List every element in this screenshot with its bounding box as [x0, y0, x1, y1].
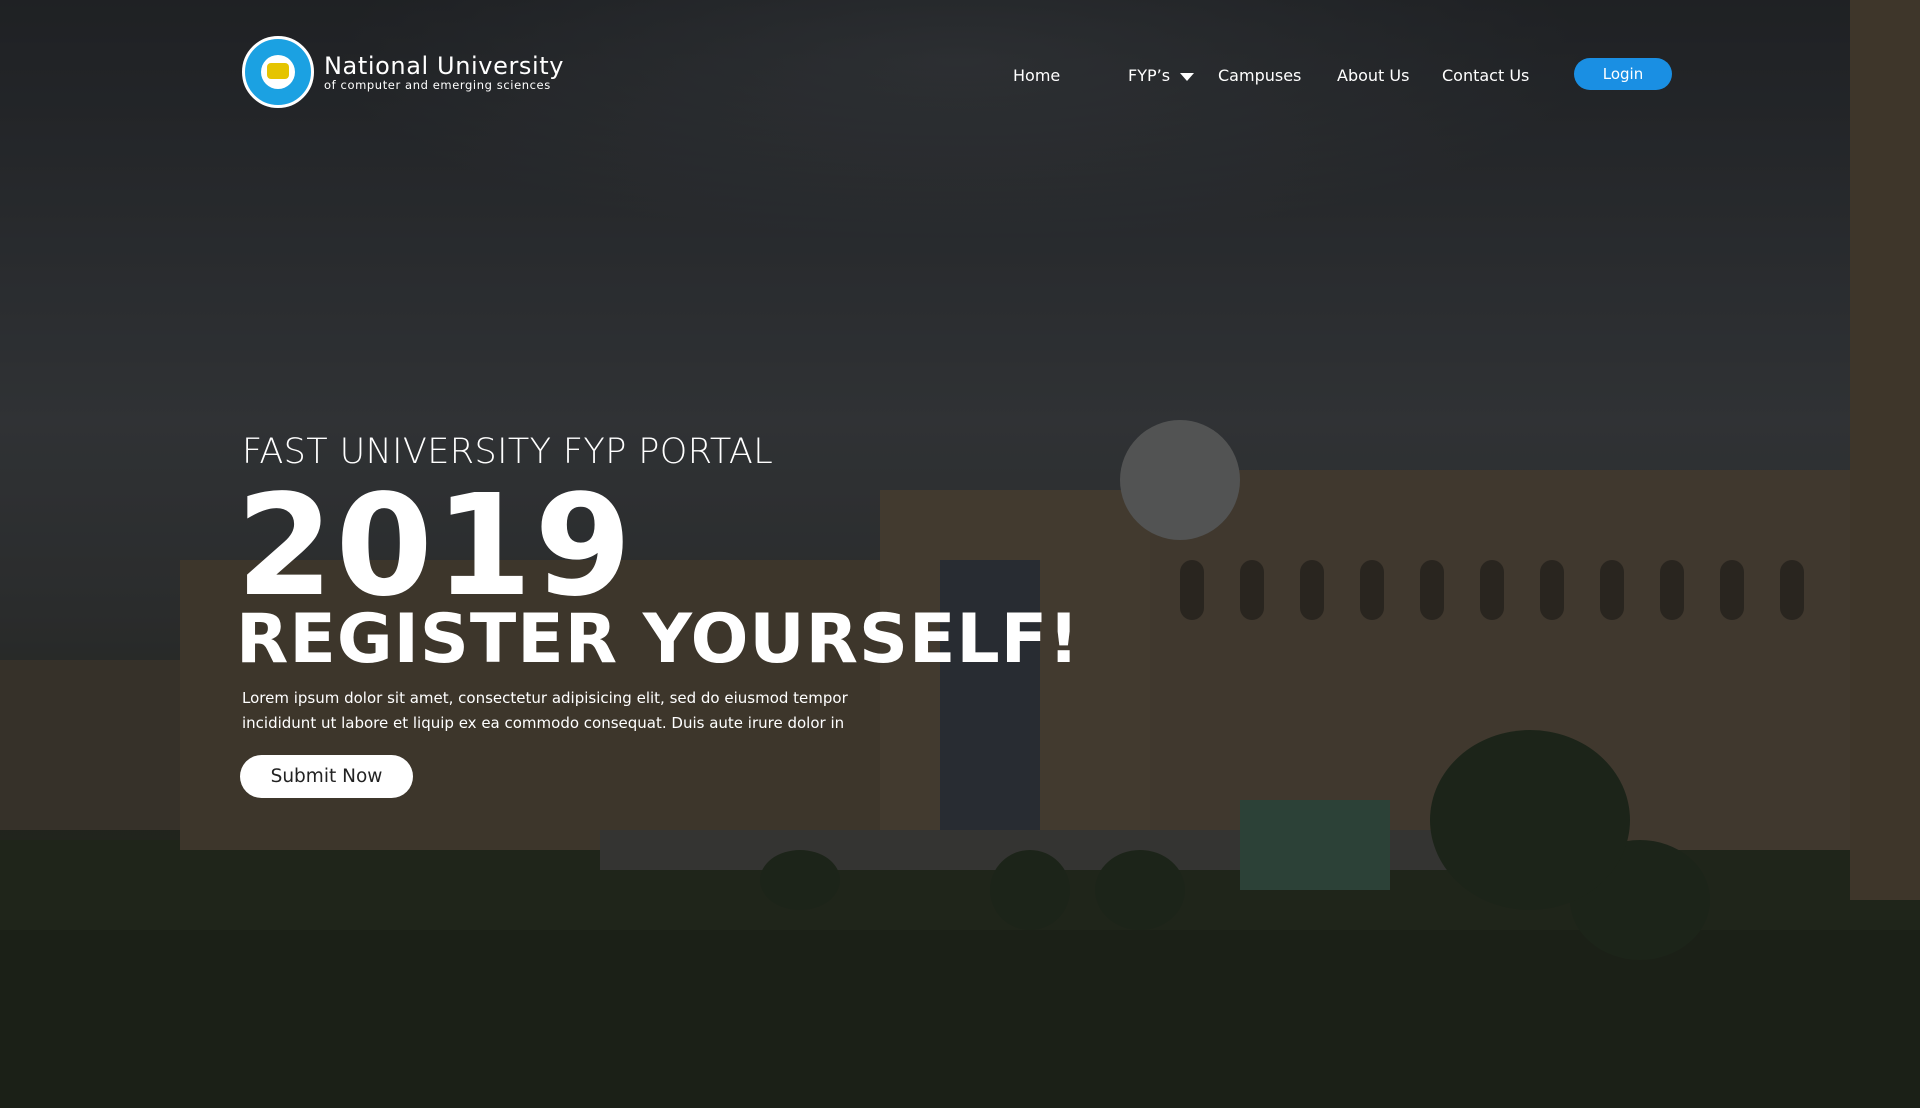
university-logo[interactable]: National University of computer and emer…: [242, 36, 564, 108]
hero-description: Lorem ipsum dolor sit amet, consectetur …: [242, 686, 882, 736]
hero-description-line-2: incididunt ut labore et liquip ex ea com…: [242, 714, 845, 732]
nav-campuses-link[interactable]: Campuses: [1218, 66, 1301, 85]
nav-fyps-dropdown[interactable]: FYP’s: [1128, 66, 1195, 85]
nav-about-link[interactable]: About Us: [1337, 66, 1409, 85]
logo-subtitle: of computer and emerging sciences: [324, 77, 551, 92]
chevron-down-icon: [1180, 72, 1195, 81]
login-button[interactable]: Login: [1574, 58, 1672, 90]
logo-title: National University: [324, 51, 565, 80]
university-seal-icon: [242, 36, 314, 108]
hero-description-line-1: Lorem ipsum dolor sit amet, consectetur …: [242, 689, 848, 707]
logo-text: National University of computer and emer…: [324, 53, 564, 92]
nav-fyps-label: FYP’s: [1128, 66, 1171, 85]
hero-section: National University of computer and emer…: [0, 0, 1920, 1108]
nav-home-link[interactable]: Home: [1013, 66, 1060, 85]
hero-headline: REGISTER YOURSELF!: [236, 600, 1081, 679]
submit-now-button[interactable]: Submit Now: [240, 755, 413, 798]
nav-contact-link[interactable]: Contact Us: [1442, 66, 1529, 85]
